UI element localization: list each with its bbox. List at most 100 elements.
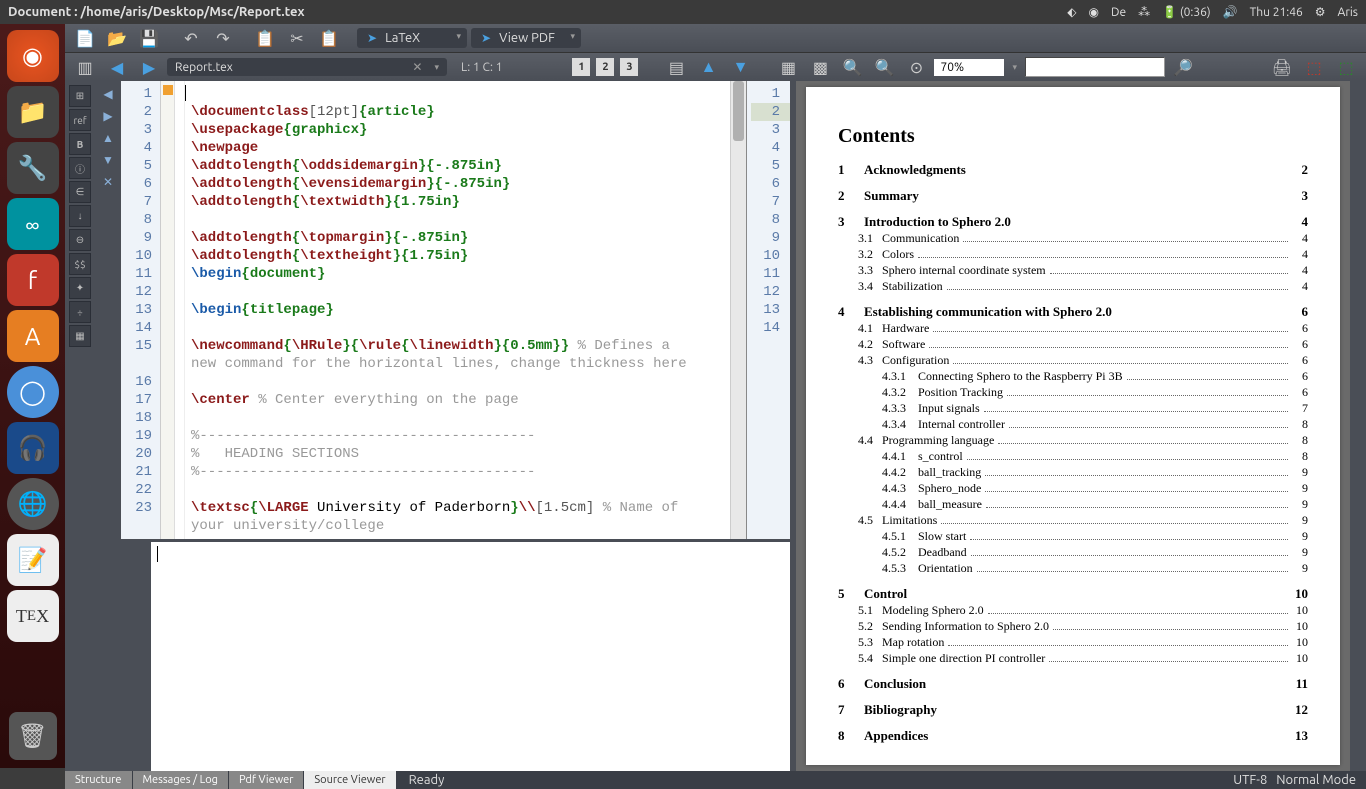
nav-prev-icon[interactable]: ◀ [99, 85, 117, 103]
print-button[interactable]: 🖨 [1268, 53, 1296, 81]
toc-entry[interactable]: 4.4.1s_control8 [838, 449, 1308, 464]
scrollbar-thumb[interactable] [733, 81, 744, 141]
toc-entry[interactable]: 6Conclusion11 [838, 676, 1308, 692]
toc-entry[interactable]: 8Appendices13 [838, 728, 1308, 744]
statusbar-tab-messages[interactable]: Messages / Log [133, 771, 228, 789]
pdf-search-input[interactable] [1025, 57, 1165, 77]
undo-button[interactable]: ↶ [177, 24, 205, 52]
panel-arrow-icon[interactable]: ↓ [69, 205, 91, 227]
panel-env-icon[interactable]: ∈ [69, 181, 91, 203]
chromium-launcher[interactable]: ◯ [7, 366, 59, 418]
statusbar-tab-pdfviewer[interactable]: Pdf Viewer [229, 771, 303, 789]
view-dropdown[interactable]: View PDF [471, 28, 581, 48]
pdf-down-button[interactable]: ▼ [726, 53, 754, 81]
toc-entry[interactable]: 5.1Modeling Sphero 2.010 [838, 603, 1308, 618]
toc-entry[interactable]: 3Introduction to Sphero 2.04 [838, 214, 1308, 230]
toc-entry[interactable]: 4.4.2ball_tracking9 [838, 465, 1308, 480]
globe-launcher[interactable]: 🌐 [7, 478, 59, 530]
paste-button[interactable]: 📋 [315, 24, 343, 52]
pdf-scrollbar[interactable] [1350, 81, 1366, 771]
user-menu[interactable]: Aris [1338, 6, 1358, 19]
column-mode-1[interactable]: 1 [572, 58, 590, 76]
editor-scrollbar[interactable] [730, 81, 746, 539]
bluetooth-icon[interactable]: ⁂ [1138, 5, 1150, 19]
pdf-external-button[interactable]: ⬚ [1300, 53, 1328, 81]
texstudio-launcher[interactable]: TEX [7, 590, 59, 642]
panel-symbol-icon[interactable]: ⊖ [69, 229, 91, 251]
code-editor[interactable]: \documentclass[12pt]{article}\usepackage… [185, 81, 730, 539]
pdf-page[interactable]: Contents 1Acknowledgments22Summary33Intr… [806, 87, 1340, 765]
toggle-panel-button[interactable]: ▥ [71, 53, 99, 81]
panel-grid-icon[interactable]: ▦ [69, 325, 91, 347]
gear-icon[interactable]: ⚙ [1315, 5, 1326, 19]
nav-close-icon[interactable]: ✕ [99, 173, 117, 191]
toc-entry[interactable]: 4.4.4ball_measure9 [838, 497, 1308, 512]
files-launcher[interactable]: 📁 [7, 86, 59, 138]
nav-up-icon[interactable]: ▲ [99, 129, 117, 147]
prev-button[interactable]: ◀ [103, 53, 131, 81]
toc-entry[interactable]: 4.3.1Connecting Sphero to the Raspberry … [838, 369, 1308, 384]
column-mode-3[interactable]: 3 [620, 58, 638, 76]
panel-divide-icon[interactable]: ÷ [69, 301, 91, 323]
panel-bookmark-icon[interactable]: ⊞ [69, 85, 91, 107]
toc-entry[interactable]: 4.5.2Deadband9 [838, 545, 1308, 560]
toc-entry[interactable]: 4.5.1Slow start9 [838, 529, 1308, 544]
arduino-launcher[interactable]: ∞ [7, 198, 59, 250]
toc-entry[interactable]: 2Summary3 [838, 188, 1308, 204]
panel-bold-icon[interactable]: B [69, 133, 91, 155]
dash-button[interactable]: ◉ [7, 30, 59, 82]
keyboard-layout[interactable]: De [1111, 6, 1126, 19]
toc-entry[interactable]: 5Control10 [838, 586, 1308, 602]
toc-entry[interactable]: 4.4Programming language8 [838, 433, 1308, 448]
zoom-level[interactable]: 70% [934, 59, 1004, 76]
file-tab[interactable]: Report.tex ✕ [167, 58, 447, 76]
trash-launcher[interactable]: 🗑 [9, 712, 57, 760]
toc-entry[interactable]: 4.5.3Orientation9 [838, 561, 1308, 576]
toc-entry[interactable]: 4.4.3Sphero_node9 [838, 481, 1308, 496]
pdf-up-button[interactable]: ▲ [694, 53, 722, 81]
pdf-find-button[interactable]: 🔎 [1169, 53, 1197, 81]
next-button[interactable]: ▶ [135, 53, 163, 81]
lower-editor[interactable] [151, 542, 790, 771]
toc-entry[interactable]: 4.3.2Position Tracking6 [838, 385, 1308, 400]
app-launcher-red[interactable]: f [7, 254, 59, 306]
cut-button[interactable]: ✂ [283, 24, 311, 52]
open-file-button[interactable]: 📂 [103, 24, 131, 52]
close-tab-icon[interactable]: ✕ [412, 60, 422, 74]
panel-star-icon[interactable]: ✦ [69, 277, 91, 299]
toc-entry[interactable]: 3.4Stabilization4 [838, 279, 1308, 294]
toc-entry[interactable]: 4.1Hardware6 [838, 321, 1308, 336]
pdf-fitwidth-button[interactable]: ▩ [806, 53, 834, 81]
new-file-button[interactable]: 📄 [71, 24, 99, 52]
redo-button[interactable]: ↷ [209, 24, 237, 52]
toc-entry[interactable]: 4Establishing communication with Sphero … [838, 304, 1308, 320]
compile-dropdown[interactable]: LaTeX [357, 28, 467, 48]
settings-launcher[interactable]: 🔧 [7, 142, 59, 194]
panel-math-icon[interactable]: $$ [69, 253, 91, 275]
gedit-launcher[interactable]: 📝 [7, 534, 59, 586]
statusbar-tab-sourceviewer[interactable]: Source Viewer [304, 771, 395, 789]
toc-entry[interactable]: 4.5Limitations9 [838, 513, 1308, 528]
toc-entry[interactable]: 4.3.3Input signals7 [838, 401, 1308, 416]
pdf-close-button[interactable]: ⬚ [1332, 53, 1360, 81]
software-launcher[interactable]: A [7, 310, 59, 362]
statusbar-tab-structure[interactable]: Structure [65, 771, 132, 789]
volume-icon[interactable]: 🔊 [1223, 5, 1238, 19]
pdf-toc-button[interactable]: ▤ [662, 53, 690, 81]
toc-entry[interactable]: 3.2Colors4 [838, 247, 1308, 262]
pdf-fitpage-button[interactable]: ▦ [774, 53, 802, 81]
save-button[interactable]: 💾 [135, 24, 163, 52]
toc-entry[interactable]: 5.2Sending Information to Sphero 2.010 [838, 619, 1308, 634]
toc-entry[interactable]: 3.3Sphero internal coordinate system4 [838, 263, 1308, 278]
zoom-in-button[interactable]: 🔍 [870, 53, 898, 81]
toc-entry[interactable]: 7Bibliography12 [838, 702, 1308, 718]
toc-entry[interactable]: 4.3Configuration6 [838, 353, 1308, 368]
panel-info-icon[interactable]: ⓘ [69, 157, 91, 179]
zoom-reset-button[interactable]: ⊙ [902, 53, 930, 81]
clock[interactable]: Thu 21:46 [1250, 6, 1303, 19]
toc-entry[interactable]: 4.2Software6 [838, 337, 1308, 352]
nav-down-icon[interactable]: ▼ [99, 151, 117, 169]
zoom-out-button[interactable]: 🔍 [838, 53, 866, 81]
panel-ref-icon[interactable]: ref [69, 109, 91, 131]
toc-entry[interactable]: 5.3Map rotation10 [838, 635, 1308, 650]
